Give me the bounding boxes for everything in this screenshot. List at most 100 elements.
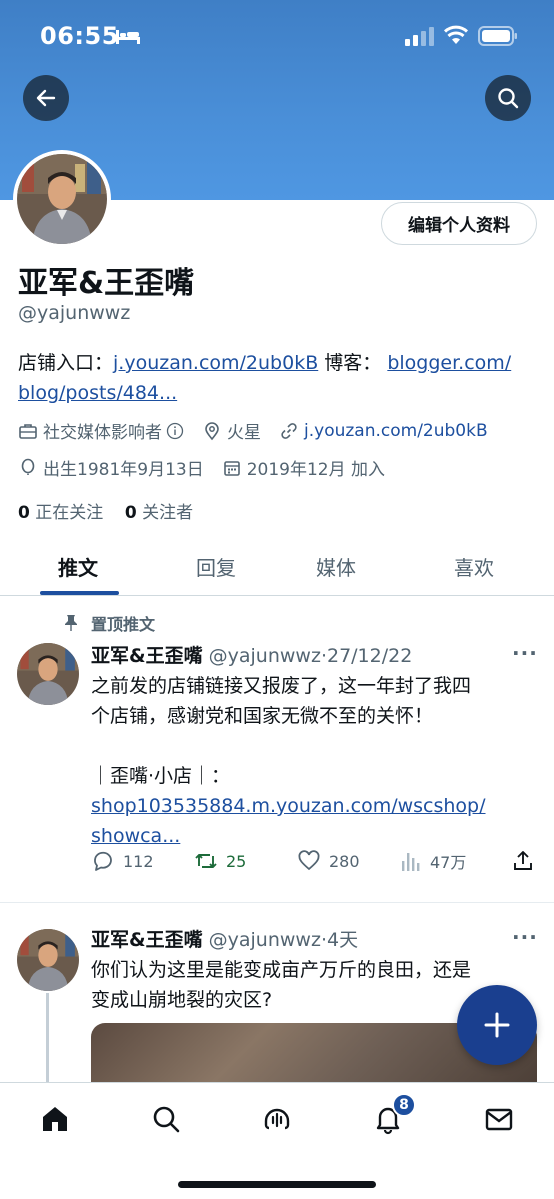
pin-icon <box>65 615 77 631</box>
cellular-signal-icon <box>405 27 434 46</box>
tweet-text-line: 个店铺，感谢党和国家无微不至的关怀！ <box>91 705 434 727</box>
avatar-photo <box>17 154 107 244</box>
followers-count: 0 <box>124 503 137 523</box>
profile-location: 火星 <box>202 418 261 443</box>
profile-joined: 2019年12月 加入 <box>222 455 385 480</box>
tweet-avatar[interactable] <box>17 643 79 705</box>
heart-icon <box>298 850 320 871</box>
profile-handle: @yajunwwz <box>18 302 131 324</box>
location-pin-icon <box>205 421 219 440</box>
tweet[interactable]: 置顶推文 亚军&王歪嘴 @yajunwwz·27/12/22 ··· 之前发的店… <box>0 597 554 903</box>
calendar-icon <box>223 460 240 476</box>
views-icon <box>402 853 420 871</box>
follow-stats: 0 正在关注 0 关注者 <box>18 498 193 523</box>
home-icon <box>43 1107 67 1131</box>
nav-messages[interactable] <box>479 1099 519 1139</box>
home-indicator <box>178 1181 376 1188</box>
tweet-author-name[interactable]: 亚军&王歪嘴 <box>91 929 203 951</box>
tweet-header: 亚军&王歪嘴 @yajunwwz·27/12/22 <box>91 641 412 668</box>
microphone-spaces-icon <box>264 1108 290 1130</box>
profile-meta-row: 社交媒体影响者 火星 j.youzan.com/2ub0kB <box>18 418 506 443</box>
tweet-time: ·4天 <box>320 929 359 951</box>
joined-label: 2019年12月 加入 <box>246 460 386 480</box>
envelope-icon <box>485 1108 513 1131</box>
sleep-mode-icon <box>116 30 140 44</box>
bio-shop-label: 店铺入口： <box>18 352 114 374</box>
profile-category: 社交媒体影响者 <box>18 418 184 443</box>
active-tab-indicator <box>40 591 119 595</box>
avatar-photo <box>17 643 79 705</box>
bio-blog-link-line1: blogger.com/ <box>387 352 512 374</box>
tab-replies[interactable]: 回复 <box>196 552 236 581</box>
avatar <box>17 154 107 244</box>
birthday-label: 出生1981年9月13日 <box>43 460 204 480</box>
notifications-badge: 8 <box>392 1093 416 1117</box>
search-icon <box>498 88 519 109</box>
profile-birthday: 出生1981年9月13日 <box>18 455 204 480</box>
tweet-more-button[interactable]: ··· <box>512 925 538 949</box>
retweet-count: 25 <box>226 851 247 871</box>
tweet-text: 之前发的店铺链接又报废了，这一年封了我四 个店铺，感谢党和国家无微不至的关怀！ … <box>91 671 531 851</box>
tweet-author-handle: @yajunwwz <box>208 645 321 667</box>
nav-search[interactable] <box>146 1099 186 1139</box>
wifi-icon <box>443 25 469 44</box>
search-icon <box>153 1106 180 1133</box>
following-label: 正在关注 <box>35 503 104 523</box>
tweet-link[interactable]: shop103535884.m.youzan.com/wscshop/ show… <box>91 791 531 851</box>
profile-website[interactable]: j.youzan.com/2ub0kB <box>279 421 488 441</box>
retweet-button[interactable]: 25 <box>194 849 246 873</box>
bottom-navigation: 8 <box>0 1082 554 1199</box>
search-button[interactable] <box>485 75 531 121</box>
reply-button[interactable]: 112 <box>91 849 154 873</box>
share-button[interactable] <box>511 849 543 873</box>
pinned-indicator: 置顶推文 <box>63 611 155 635</box>
website-link[interactable]: j.youzan.com/2ub0kB <box>304 421 488 441</box>
like-button[interactable]: 280 <box>297 849 360 873</box>
tweet-avatar[interactable] <box>17 929 79 991</box>
nav-spaces[interactable] <box>257 1099 297 1139</box>
briefcase-icon <box>19 423 37 439</box>
like-count: 280 <box>329 851 360 871</box>
tab-likes[interactable]: 喜欢 <box>454 552 494 581</box>
tweet-author-handle: @yajunwwz <box>208 929 321 951</box>
tweet-text-line: 之前发的店铺链接又报废了，这一年封了我四 <box>91 675 472 697</box>
views-button[interactable]: 47万 <box>400 849 466 873</box>
tweet-text-line: ｜歪嘴·小店｜： <box>91 765 231 787</box>
reply-count: 112 <box>123 851 154 871</box>
location-label: 火星 <box>227 423 261 443</box>
pinned-label: 置顶推文 <box>91 615 156 634</box>
share-icon <box>514 851 532 870</box>
tab-media[interactable]: 媒体 <box>316 552 356 581</box>
tweet-link-line2: showca... <box>91 825 181 847</box>
tweet-link-line1: shop103535884.m.youzan.com/wscshop/ <box>91 795 486 817</box>
tweet-actions: 112 25 280 47万 <box>91 849 541 877</box>
retweet-icon <box>195 854 217 868</box>
profile-avatar[interactable] <box>13 150 111 248</box>
compose-tweet-button[interactable] <box>457 985 537 1065</box>
bio-blog-label: 博客： <box>318 352 382 374</box>
battery-icon <box>478 26 517 46</box>
following-count: 0 <box>18 503 30 523</box>
edit-profile-button[interactable]: 编辑个人资料 <box>381 202 537 245</box>
tweet-text-line: 你们认为这里是能变成亩产万斤的良田，还是 <box>91 959 472 981</box>
tweet-more-button[interactable]: ··· <box>512 641 538 665</box>
following-stat[interactable]: 0 正在关注 <box>18 503 103 523</box>
avatar-photo <box>17 929 79 991</box>
status-bar: 06:55 <box>0 0 554 70</box>
profile-display-name: 亚军&王歪嘴 <box>18 266 195 301</box>
info-icon[interactable] <box>166 422 184 440</box>
view-count: 47万 <box>430 853 467 872</box>
thread-connector <box>46 993 49 1083</box>
profile-tabs: 推文 回复 媒体 喜欢 <box>0 540 554 596</box>
nav-home[interactable] <box>35 1099 75 1139</box>
back-button[interactable] <box>23 75 69 121</box>
tweet-header: 亚军&王歪嘴 @yajunwwz·4天 <box>91 925 358 952</box>
tab-tweets[interactable]: 推文 <box>58 552 98 581</box>
bio-blog-link-line2: blog/posts/484... <box>18 382 178 404</box>
tweet-author-name[interactable]: 亚军&王歪嘴 <box>91 645 203 667</box>
bio-shop-link[interactable]: j.youzan.com/2ub0kB <box>113 352 318 374</box>
reply-icon <box>94 851 112 871</box>
profile-dates-row: 出生1981年9月13日 2019年12月 加入 <box>18 455 403 480</box>
arrow-left-icon <box>36 89 56 107</box>
followers-stat[interactable]: 0 关注者 <box>125 503 193 523</box>
